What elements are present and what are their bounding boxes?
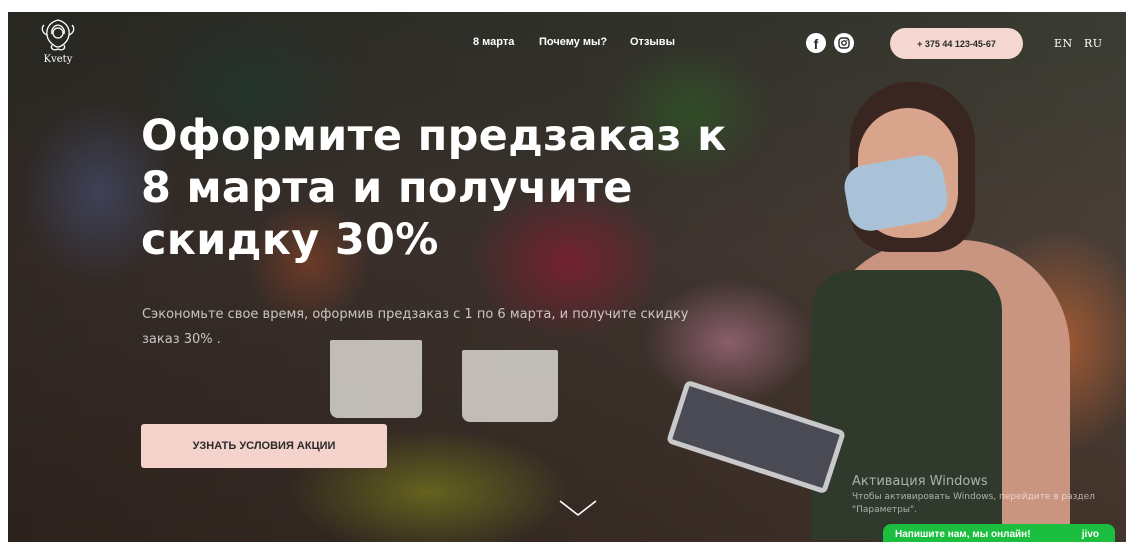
instagram-glyph xyxy=(838,37,850,49)
instagram-icon[interactable] xyxy=(834,33,854,53)
subtitle-line: Сэкономьте свое время, оформив предзаказ… xyxy=(142,307,689,322)
chevron-down-icon[interactable] xyxy=(558,498,598,522)
logo-text: Kvety xyxy=(43,54,73,65)
nav-item-why-us[interactable]: Почему мы? xyxy=(539,36,607,48)
subtitle-line: заказ 30% . xyxy=(142,332,221,347)
rose-logo-icon xyxy=(36,16,80,52)
nav-item-march8[interactable]: 8 марта xyxy=(473,36,514,48)
phone-button[interactable]: + 375 44 123-45-67 xyxy=(890,28,1023,59)
facebook-glyph: f xyxy=(813,36,819,52)
lang-ru[interactable]: RU xyxy=(1084,37,1103,50)
headline-line: скидку 30% xyxy=(141,215,439,265)
facebook-icon[interactable]: f xyxy=(806,33,826,53)
hero-subtitle: Сэкономьте свое время, оформив предзаказ… xyxy=(142,302,722,352)
chat-brand: jivo xyxy=(1081,528,1099,540)
watermark-title: Активация Windows xyxy=(852,474,988,489)
headline-line: 8 марта и получите xyxy=(141,163,633,213)
site-logo[interactable]: Kvety xyxy=(36,16,80,65)
flower-pot-right xyxy=(462,350,558,422)
hero-headline: Оформите предзаказ к 8 марта и получите … xyxy=(141,110,741,266)
promo-terms-button[interactable]: УЗНАТЬ УСЛОВИЯ АКЦИИ xyxy=(141,424,387,468)
chat-widget[interactable]: Напишите нам, мы онлайн! jivo xyxy=(883,524,1115,542)
chat-label: Напишите нам, мы онлайн! xyxy=(895,528,1031,540)
headline-line: Оформите предзаказ к xyxy=(141,111,727,161)
lang-en[interactable]: EN xyxy=(1054,37,1073,50)
nav-item-reviews[interactable]: Отзывы xyxy=(630,36,675,48)
watermark-text: "Параметры". xyxy=(852,505,918,515)
watermark-text: Чтобы активировать Windows, перейдите в … xyxy=(852,492,1095,502)
windows-activation-watermark: Активация Windows Чтобы активировать Win… xyxy=(852,473,1122,517)
